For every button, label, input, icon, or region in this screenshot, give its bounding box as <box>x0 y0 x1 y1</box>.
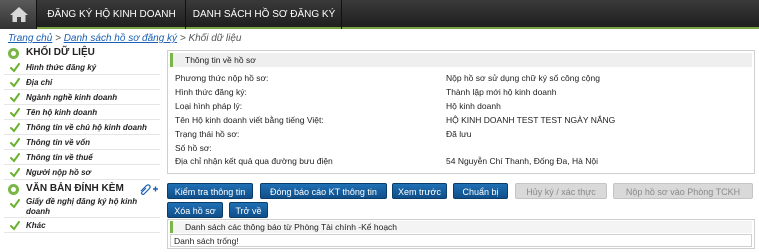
checkmark-icon <box>10 108 20 118</box>
checkmark-icon <box>10 199 20 209</box>
sidebar-item-label: Người nộp hồ sơ <box>26 168 91 177</box>
sidebar-item[interactable]: Giấy đề nghị đăng ký hộ kinh doanh <box>4 196 160 218</box>
checkmark-icon <box>10 221 20 231</box>
cancel-sign-button[interactable]: Hủy ký / xác thực <box>515 183 607 199</box>
attach-add-icon[interactable] <box>138 183 158 195</box>
nav-tab-register-business[interactable]: ĐĂNG KÝ HỘ KINH DOANH <box>38 0 186 29</box>
breadcrumb-list-link[interactable]: Danh sách hồ sơ đăng ký <box>64 33 177 44</box>
data-section-heading: KHỐI DỮ LIỆU <box>4 46 160 60</box>
data-section-title: KHỐI DỮ LIỆU <box>26 47 95 58</box>
info-label: Địa chỉ nhận kết quả qua đường bưu điện <box>175 156 333 166</box>
info-label: Trạng thái hồ sơ: <box>175 129 240 139</box>
info-label: Hình thức đăng ký: <box>175 87 247 97</box>
check-info-button[interactable]: Kiểm tra thông tin <box>167 183 253 199</box>
sidebar-item-label: Thông tin về thuế <box>26 153 93 162</box>
back-button[interactable]: Trở về <box>229 202 268 218</box>
panel-title: Thông tin về hồ sơ <box>170 53 752 67</box>
sidebar-item-label: Giấy đề nghị đăng ký hộ kinh doanh <box>26 197 138 216</box>
checkmark-icon <box>10 153 20 163</box>
sidebar-item-label: Ngành nghề kinh doanh <box>26 93 118 102</box>
info-label: Loại hình pháp lý: <box>175 101 243 111</box>
checkmark-icon <box>10 168 20 178</box>
nav-tab-registration-list[interactable]: DANH SÁCH HỒ SƠ ĐĂNG KÝ <box>187 0 342 29</box>
attach-section-title: VĂN BẢN ĐÍNH KÈM <box>26 183 124 194</box>
sidebar-item[interactable]: Thông tin về vốn <box>4 135 160 150</box>
attach-section-heading: VĂN BẢN ĐÍNH KÈM <box>4 182 160 196</box>
sidebar: KHỐI DỮ LIỆU Hình thức đăng ký Địa chỉ Ngà… <box>4 46 160 233</box>
sidebar-item-label: Khác <box>26 221 46 230</box>
checkmark-icon <box>10 78 20 88</box>
checkmark-icon <box>10 138 20 148</box>
info-label: Số hồ sơ: <box>175 143 212 153</box>
notifications-panel: Danh sách các thông báo từ Phòng Tài chí… <box>167 219 755 249</box>
top-navigation-bar: ĐĂNG KÝ HỘ KINH DOANH DANH SÁCH HỒ SƠ ĐĂ… <box>0 0 759 29</box>
home-button[interactable] <box>0 0 37 29</box>
breadcrumb-current: Khối dữ liệu <box>188 33 242 44</box>
sidebar-item[interactable]: Người nộp hồ sơ <box>4 165 160 180</box>
checkmark-icon <box>10 93 20 103</box>
sidebar-item-label: Tên hộ kinh doanh <box>26 108 98 117</box>
prepare-button[interactable]: Chuẩn bị <box>453 183 508 199</box>
sidebar-item-label: Hình thức đăng ký <box>26 63 97 72</box>
record-info-panel: Thông tin về hồ sơ Phương thức nộp hồ sơ… <box>167 50 755 174</box>
sidebar-item[interactable]: Khác <box>4 218 160 233</box>
info-value: 54 Nguyễn Chí Thanh, Đống Đa, Hà Nội <box>446 156 598 166</box>
sidebar-item-label: Địa chỉ <box>26 78 53 87</box>
info-value: Nộp hồ sơ sử dụng chữ ký số công cộng <box>446 73 600 83</box>
bullet-icon <box>8 48 19 59</box>
info-value: HỘ KINH DOANH TEST TEST NGÀY NẮNG <box>446 115 616 125</box>
report-check-button[interactable]: Đóng báo cáo KT thông tin <box>260 183 387 199</box>
info-value: Thành lập mới hộ kinh doanh <box>446 87 557 97</box>
sidebar-item-label: Thông tin về chủ hộ kinh doanh <box>26 123 147 132</box>
notifications-title: Danh sách các thông báo từ Phòng Tài chí… <box>170 221 752 233</box>
sidebar-item[interactable]: Thông tin về thuế <box>4 150 160 165</box>
breadcrumb-separator: > <box>52 33 64 44</box>
sidebar-item[interactable]: Ngành nghề kinh doanh <box>4 90 160 105</box>
info-label: Phương thức nộp hồ sơ: <box>175 73 269 83</box>
notifications-empty-message: Danh sách trống! <box>170 234 752 247</box>
sidebar-item[interactable]: Hình thức đăng ký <box>4 60 160 75</box>
sidebar-item[interactable]: Tên hộ kinh doanh <box>4 105 160 120</box>
info-value: Hộ kinh doanh <box>446 101 501 111</box>
submit-to-office-button[interactable]: Nộp hồ sơ vào Phòng TCKH <box>613 183 753 199</box>
delete-record-button[interactable]: Xóa hồ sơ <box>167 202 223 218</box>
checkmark-icon <box>10 63 20 73</box>
checkmark-icon <box>10 123 20 133</box>
breadcrumb-separator: > <box>177 33 189 44</box>
sidebar-item-label: Thông tin về vốn <box>26 138 90 147</box>
sidebar-item[interactable]: Địa chỉ <box>4 75 160 90</box>
breadcrumb: Trang chủ > Danh sách hồ sơ đăng ký > Kh… <box>8 33 242 44</box>
preview-button[interactable]: Xem trước <box>392 183 447 199</box>
bullet-icon <box>8 184 19 195</box>
home-icon <box>10 7 28 22</box>
info-label: Tên Hộ kinh doanh viết bằng tiếng Việt: <box>175 115 324 125</box>
sidebar-item[interactable]: Thông tin về chủ hộ kinh doanh <box>4 120 160 135</box>
breadcrumb-home-link[interactable]: Trang chủ <box>8 33 52 44</box>
info-value: Đã lưu <box>446 129 472 139</box>
